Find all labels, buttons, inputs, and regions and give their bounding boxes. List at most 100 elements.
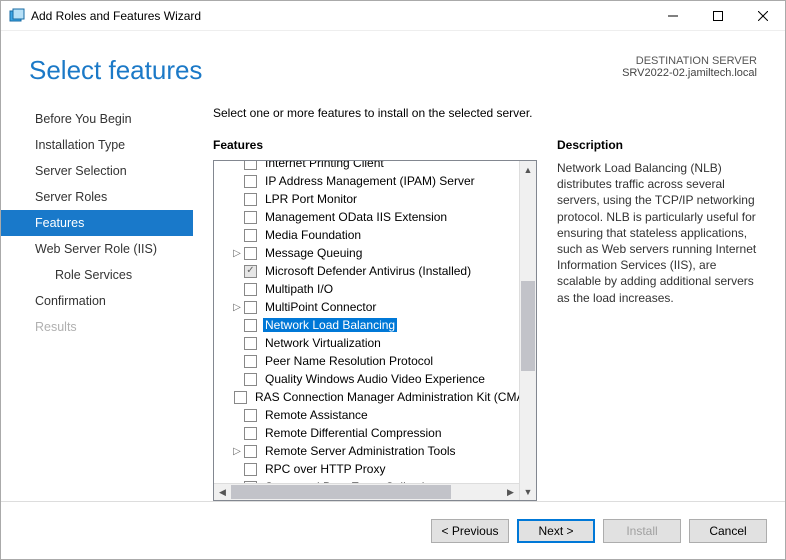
feature-row[interactable]: Peer Name Resolution Protocol (214, 352, 519, 370)
feature-row[interactable]: ▷ Remote Server Administration Tools (214, 442, 519, 460)
expander-icon[interactable]: ▷ (232, 446, 242, 457)
feature-checkbox[interactable] (244, 445, 257, 458)
feature-checkbox[interactable] (244, 175, 257, 188)
feature-label[interactable]: Remote Assistance (263, 408, 370, 422)
feature-label[interactable]: IP Address Management (IPAM) Server (263, 174, 477, 188)
feature-checkbox[interactable] (244, 355, 257, 368)
nav-installation-type[interactable]: Installation Type (1, 132, 193, 158)
feature-row[interactable]: Management OData IIS Extension (214, 208, 519, 226)
feature-label[interactable]: Internet Printing Client (263, 161, 386, 170)
nav-confirmation[interactable]: Confirmation (1, 288, 193, 314)
minimize-button[interactable] (650, 1, 695, 31)
maximize-button[interactable] (695, 1, 740, 31)
next-button[interactable]: Next > (517, 519, 595, 543)
feature-row[interactable]: Remote Differential Compression (214, 424, 519, 442)
nav-role-services[interactable]: Role Services (1, 262, 193, 288)
app-icon (9, 8, 25, 24)
feature-row[interactable]: Quality Windows Audio Video Experience (214, 370, 519, 388)
feature-row[interactable]: RPC over HTTP Proxy (214, 460, 519, 478)
nav-server-roles[interactable]: Server Roles (1, 184, 193, 210)
content: Before You Begin Installation Type Serve… (1, 96, 785, 501)
feature-checkbox[interactable] (244, 337, 257, 350)
feature-checkbox[interactable] (244, 193, 257, 206)
feature-checkbox[interactable] (244, 229, 257, 242)
expander-icon[interactable]: ▷ (232, 302, 242, 313)
feature-label[interactable]: Peer Name Resolution Protocol (263, 354, 435, 368)
feature-row[interactable]: Microsoft Defender Antivirus (Installed) (214, 262, 519, 280)
feature-label[interactable]: Network Virtualization (263, 336, 383, 350)
feature-checkbox[interactable] (244, 265, 257, 278)
feature-row[interactable]: LPR Port Monitor (214, 190, 519, 208)
feature-label[interactable]: Quality Windows Audio Video Experience (263, 372, 487, 386)
close-button[interactable] (740, 1, 785, 31)
feature-checkbox[interactable] (244, 301, 257, 314)
install-button: Install (603, 519, 681, 543)
feature-row[interactable]: Remote Assistance (214, 406, 519, 424)
feature-row[interactable]: ▷ MultiPoint Connector (214, 298, 519, 316)
destination-server: SRV2022-02.jamiltech.local (622, 67, 757, 79)
feature-label[interactable]: Network Load Balancing (263, 318, 397, 332)
window-controls (650, 1, 785, 31)
feature-checkbox[interactable] (244, 319, 257, 332)
description-heading: Description (557, 138, 757, 152)
feature-checkbox[interactable] (244, 373, 257, 386)
feature-checkbox[interactable] (244, 283, 257, 296)
previous-button[interactable]: < Previous (431, 519, 509, 543)
cancel-button[interactable]: Cancel (689, 519, 767, 543)
feature-checkbox[interactable] (244, 161, 257, 170)
window-title: Add Roles and Features Wizard (31, 9, 650, 23)
titlebar: Add Roles and Features Wizard (1, 1, 785, 31)
page-title: Select features (29, 55, 202, 86)
footer: < Previous Next > Install Cancel (1, 501, 785, 559)
expander-icon[interactable]: ▷ (232, 248, 242, 259)
destination-label: DESTINATION SERVER (622, 55, 757, 67)
feature-row[interactable]: Media Foundation (214, 226, 519, 244)
description-text: Network Load Balancing (NLB) distributes… (557, 160, 757, 306)
feature-label[interactable]: RPC over HTTP Proxy (263, 462, 387, 476)
scroll-down-icon[interactable]: ▼ (520, 483, 536, 500)
scroll-right-icon[interactable]: ▶ (502, 484, 519, 501)
feature-label[interactable]: Microsoft Defender Antivirus (Installed) (263, 264, 473, 278)
vertical-scrollbar[interactable]: ▲ ▼ (519, 161, 536, 500)
scroll-up-icon[interactable]: ▲ (520, 161, 536, 178)
features-tree-container: Internet Printing Client IP Address Manag… (213, 160, 537, 501)
nav-features[interactable]: Features (1, 210, 193, 236)
nav-web-server-role[interactable]: Web Server Role (IIS) (1, 236, 193, 262)
panels: Features Internet Printing ClientIP Addr… (213, 138, 757, 501)
feature-label[interactable]: Remote Differential Compression (263, 426, 444, 440)
nav-before-you-begin[interactable]: Before You Begin (1, 106, 193, 132)
destination-info: DESTINATION SERVER SRV2022-02.jamiltech.… (622, 55, 757, 79)
feature-checkbox[interactable] (244, 427, 257, 440)
features-tree[interactable]: Internet Printing Client IP Address Manag… (214, 161, 519, 483)
feature-checkbox[interactable] (244, 247, 257, 260)
feature-label[interactable]: Management OData IIS Extension (263, 210, 449, 224)
main-panel: Select one or more features to install o… (193, 96, 757, 501)
horizontal-scrollbar[interactable]: ◀ ▶ (214, 483, 519, 500)
feature-label[interactable]: MultiPoint Connector (263, 300, 378, 314)
feature-label[interactable]: Multipath I/O (263, 282, 335, 296)
feature-row[interactable]: ▷ Message Queuing (214, 244, 519, 262)
wizard-window: Add Roles and Features Wizard Select fea… (0, 0, 786, 560)
instruction-text: Select one or more features to install o… (213, 106, 757, 120)
hscroll-thumb[interactable] (231, 485, 451, 499)
feature-row[interactable]: Multipath I/O (214, 280, 519, 298)
feature-row[interactable]: RAS Connection Manager Administration Ki… (214, 388, 519, 406)
feature-label[interactable]: Remote Server Administration Tools (263, 444, 458, 458)
header: Select features DESTINATION SERVER SRV20… (1, 31, 785, 96)
feature-label[interactable]: RAS Connection Manager Administration Ki… (253, 390, 519, 404)
feature-row[interactable]: Network Load Balancing (214, 316, 519, 334)
scroll-left-icon[interactable]: ◀ (214, 484, 231, 501)
feature-checkbox[interactable] (234, 391, 247, 404)
feature-checkbox[interactable] (244, 409, 257, 422)
feature-label[interactable]: LPR Port Monitor (263, 192, 359, 206)
feature-row[interactable]: IP Address Management (IPAM) Server (214, 172, 519, 190)
feature-label[interactable]: Media Foundation (263, 228, 363, 242)
feature-checkbox[interactable] (244, 463, 257, 476)
feature-row[interactable]: Network Virtualization (214, 334, 519, 352)
feature-label[interactable]: Message Queuing (263, 246, 364, 260)
nav-server-selection[interactable]: Server Selection (1, 158, 193, 184)
vscroll-thumb[interactable] (521, 281, 535, 371)
feature-row[interactable]: Internet Printing Client (214, 161, 519, 172)
feature-checkbox[interactable] (244, 211, 257, 224)
description-panel: Description Network Load Balancing (NLB)… (557, 138, 757, 501)
